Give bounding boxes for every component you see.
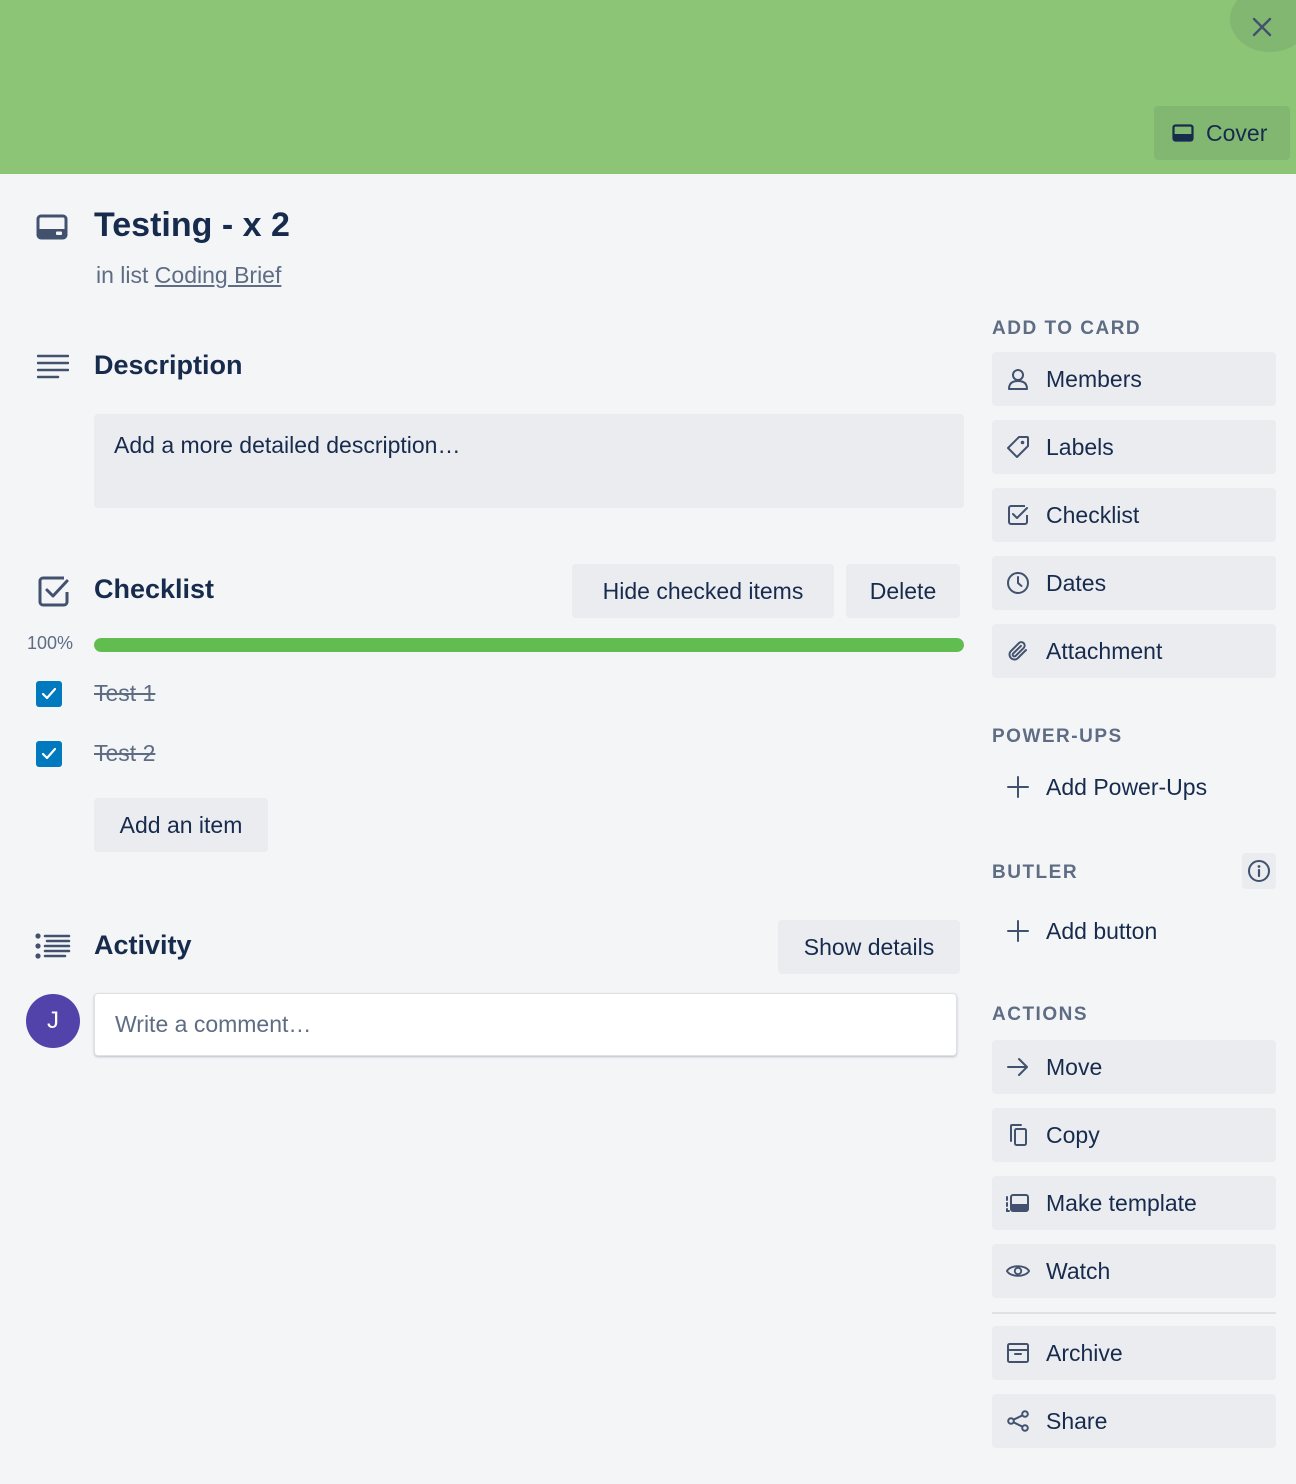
attachment-button[interactable]: Attachment: [992, 624, 1276, 678]
card-list-info: in list Coding Brief: [96, 262, 281, 289]
add-checklist-item-button[interactable]: Add an item: [94, 798, 268, 852]
add-to-card-heading: ADD TO CARD: [992, 318, 1142, 339]
in-list-prefix: in list: [96, 262, 149, 288]
list-name-link[interactable]: Coding Brief: [155, 262, 282, 288]
archive-icon: [1006, 1341, 1030, 1365]
comment-input[interactable]: [94, 993, 957, 1056]
checklist-icon: [38, 575, 70, 612]
archive-button[interactable]: Archive: [992, 1326, 1276, 1380]
description-input[interactable]: Add a more detailed description…: [94, 414, 964, 508]
activity-icon: [35, 933, 71, 964]
person-icon: [1006, 367, 1030, 391]
checkmark-icon: [41, 747, 57, 760]
checklist-progress-bar: [94, 638, 964, 652]
actions-heading: ACTIONS: [992, 1004, 1088, 1025]
power-ups-heading: POWER-UPS: [992, 726, 1123, 747]
cover-button[interactable]: Cover: [1154, 106, 1290, 160]
add-power-ups-label: Add Power-Ups: [1046, 773, 1208, 800]
info-icon: [1248, 860, 1270, 882]
card-cover: [0, 0, 1296, 174]
card-cover-icon: [1172, 124, 1194, 142]
template-icon: [1006, 1191, 1030, 1215]
butler-heading: BUTLER: [992, 862, 1079, 883]
checklist-item-checkbox[interactable]: [36, 681, 62, 707]
checklist-button[interactable]: Checklist: [992, 488, 1276, 542]
add-power-ups-button[interactable]: Add Power-Ups: [992, 760, 1276, 814]
checklist-progress-fill: [94, 638, 964, 652]
card-title[interactable]: Testing - x 2: [94, 206, 290, 245]
archive-button-label: Archive: [1046, 1339, 1123, 1366]
arrow-right-icon: [1006, 1055, 1030, 1079]
butler-info-button[interactable]: [1242, 853, 1276, 889]
share-button-label: Share: [1046, 1407, 1108, 1434]
card-icon: [36, 214, 68, 247]
plus-icon: [1006, 919, 1030, 943]
share-button[interactable]: Share: [992, 1394, 1276, 1448]
add-button-label: Add button: [1046, 917, 1158, 944]
checklist-item-checkbox[interactable]: [36, 741, 62, 767]
activity-heading: Activity: [94, 930, 192, 960]
eye-icon: [1006, 1259, 1030, 1283]
actions-divider: [992, 1312, 1276, 1314]
checklist-item-text[interactable]: Test 1: [94, 680, 155, 707]
dates-button[interactable]: Dates: [992, 556, 1276, 610]
copy-icon: [1006, 1123, 1030, 1147]
description-heading: Description: [94, 350, 243, 380]
plus-icon: [1006, 775, 1030, 799]
members-button[interactable]: Members: [992, 352, 1276, 406]
checkmark-icon: [41, 687, 57, 700]
labels-button-label: Labels: [1046, 433, 1114, 460]
move-button-label: Move: [1046, 1053, 1103, 1080]
checklist-heading: Checklist: [94, 574, 215, 604]
dates-button-label: Dates: [1046, 569, 1107, 596]
hide-checked-items-button[interactable]: Hide checked items: [572, 564, 834, 618]
paperclip-icon: [1006, 639, 1030, 663]
close-icon: [1252, 17, 1272, 37]
move-button[interactable]: Move: [992, 1040, 1276, 1094]
watch-button-label: Watch: [1046, 1257, 1111, 1284]
copy-button[interactable]: Copy: [992, 1108, 1276, 1162]
show-details-button[interactable]: Show details: [778, 920, 960, 974]
members-button-label: Members: [1046, 365, 1142, 392]
make-template-button[interactable]: Make template: [992, 1176, 1276, 1230]
make-template-button-label: Make template: [1046, 1189, 1197, 1216]
checklist-button-label: Checklist: [1046, 501, 1140, 528]
watch-button[interactable]: Watch: [992, 1244, 1276, 1298]
share-icon: [1006, 1409, 1030, 1433]
checklist-progress-percent: 100%: [27, 633, 74, 653]
description-icon: [36, 354, 70, 385]
add-butler-button[interactable]: Add button: [992, 904, 1276, 958]
labels-button[interactable]: Labels: [992, 420, 1276, 474]
copy-button-label: Copy: [1046, 1121, 1100, 1148]
checklist-item-text[interactable]: Test 2: [94, 740, 155, 767]
avatar[interactable]: J: [26, 994, 80, 1048]
clock-icon: [1006, 571, 1030, 595]
cover-button-label: Cover: [1206, 119, 1268, 146]
attachment-button-label: Attachment: [1046, 637, 1163, 664]
delete-checklist-button[interactable]: Delete: [846, 564, 960, 618]
tag-icon: [1006, 435, 1030, 459]
checkbox-icon: [1006, 503, 1030, 527]
